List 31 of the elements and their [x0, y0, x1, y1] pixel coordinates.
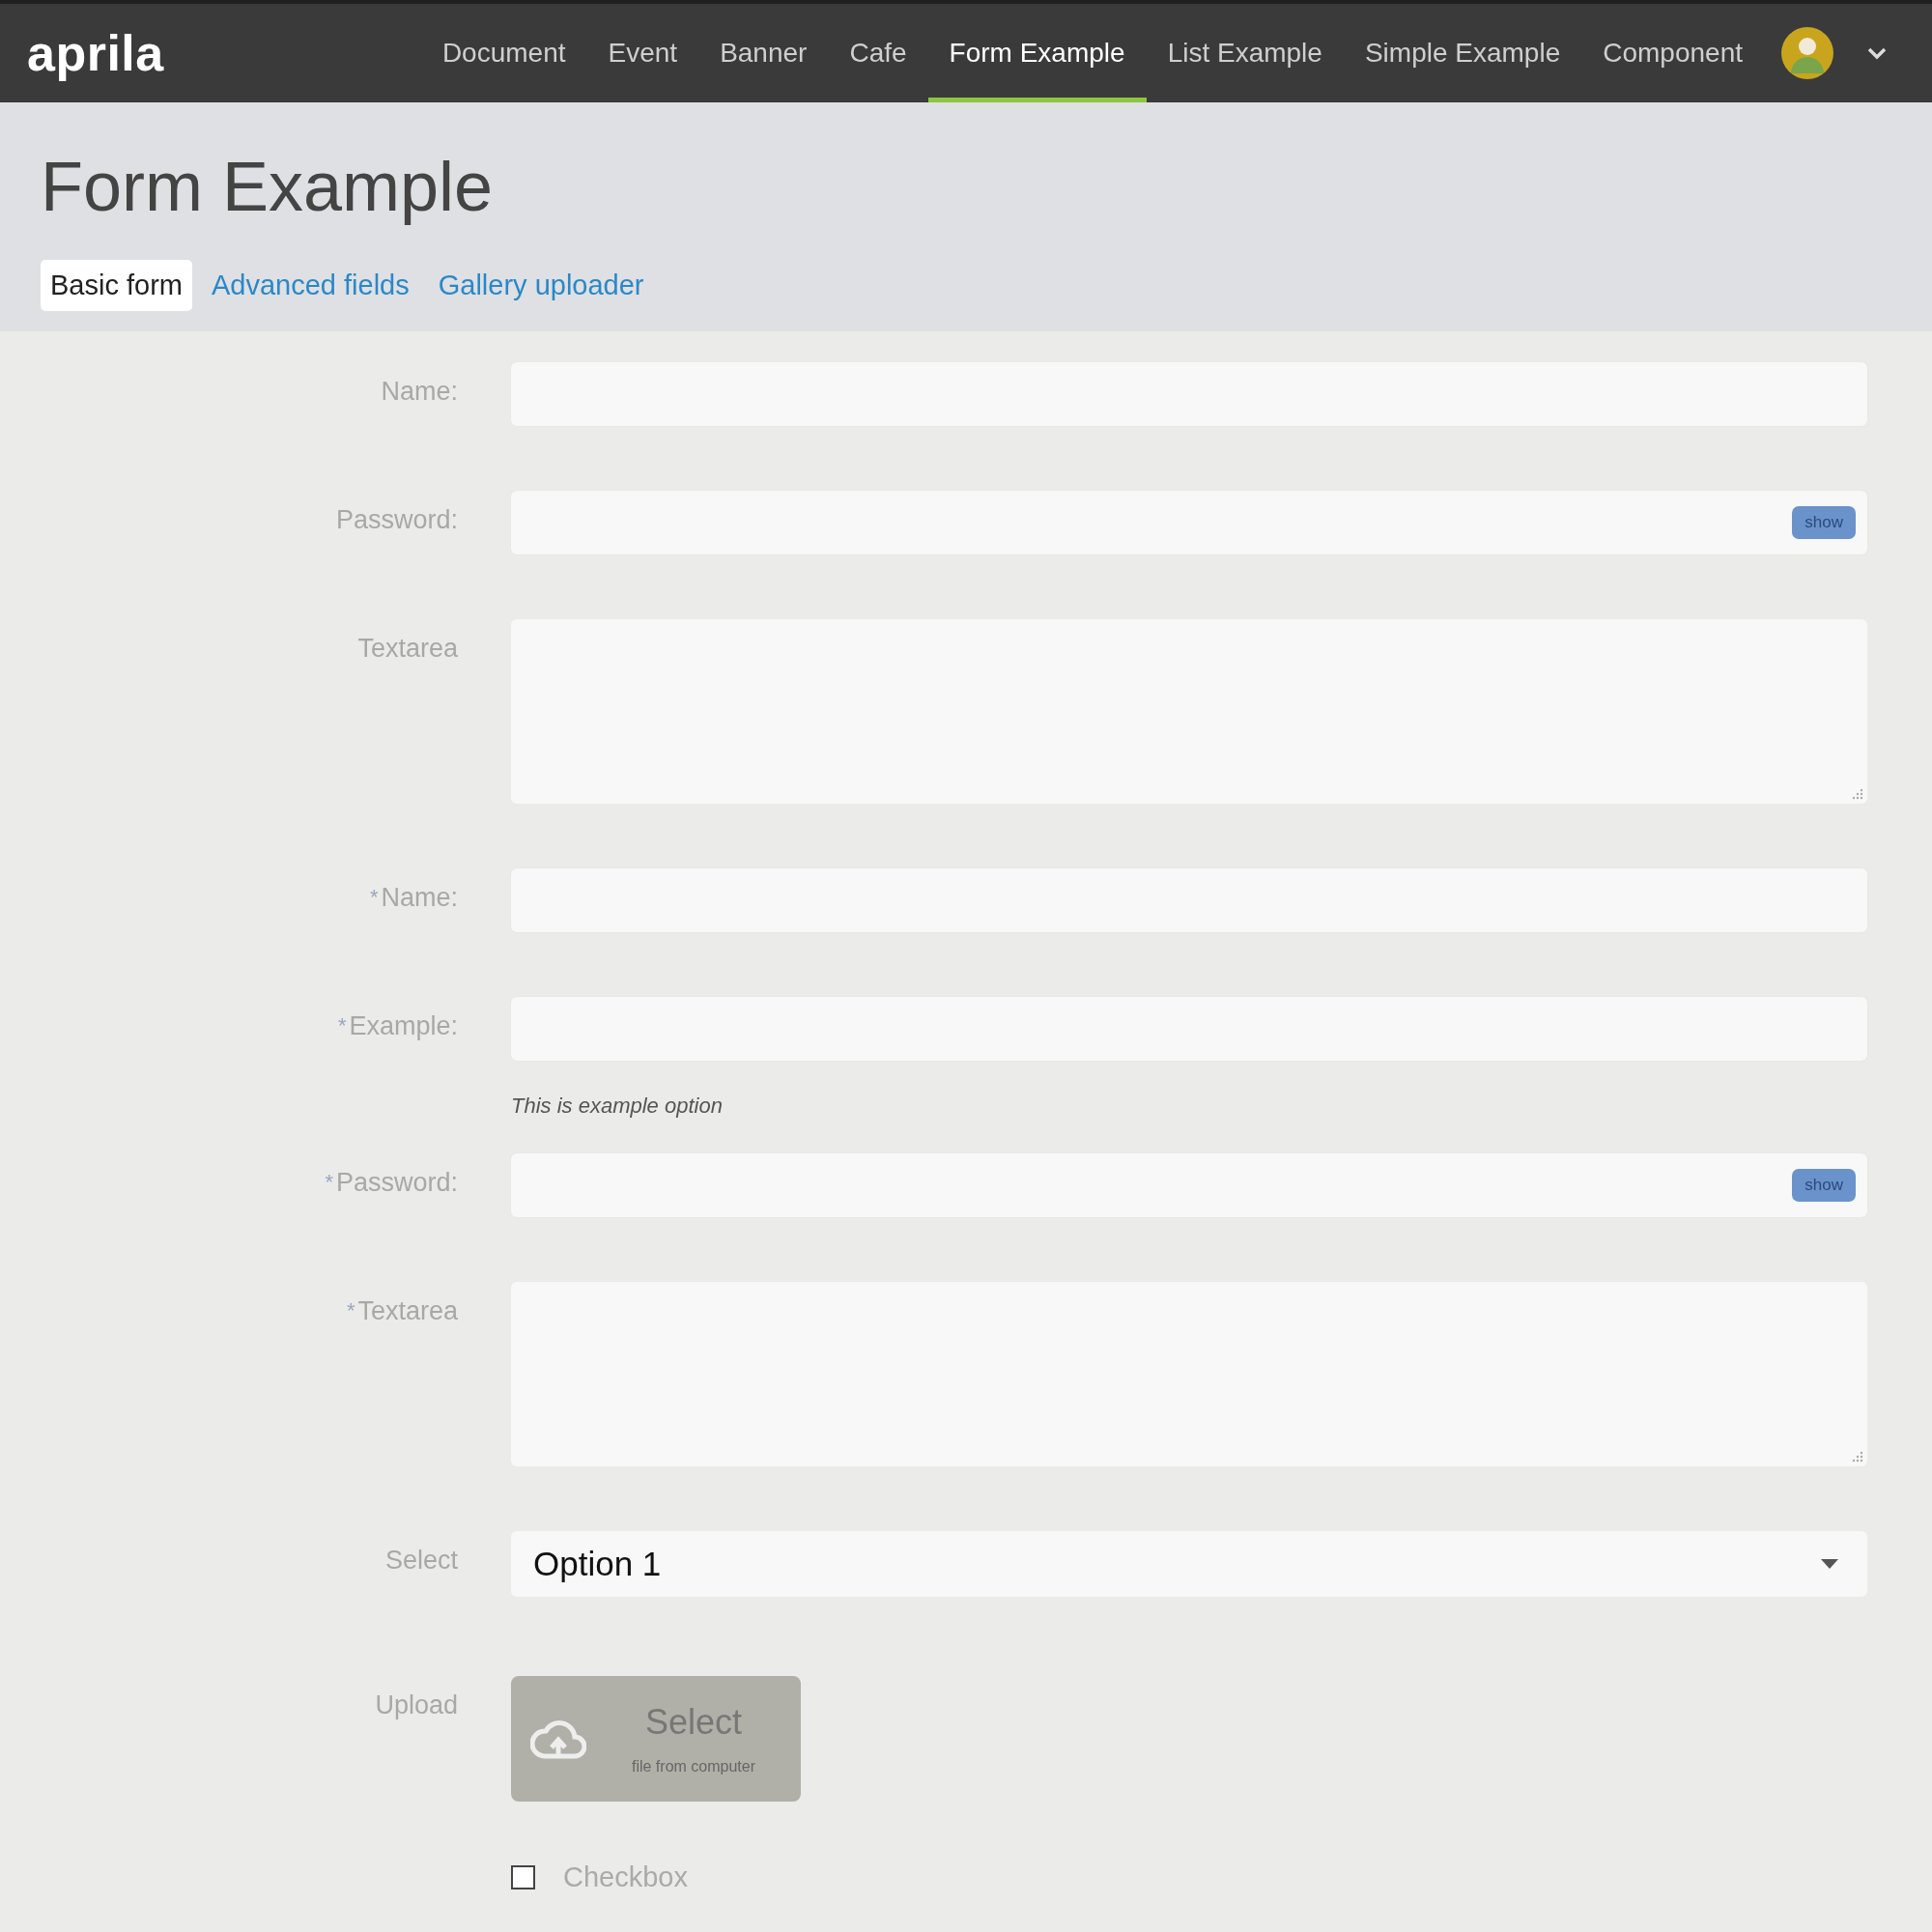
field-label: *Example: — [337, 1010, 458, 1042]
checkbox-label: Checkbox — [563, 1861, 688, 1893]
field-label: Textarea — [357, 633, 458, 665]
field-label: Upload — [375, 1690, 458, 1721]
field-label: Name: — [381, 376, 458, 408]
chevron-down-icon[interactable] — [1866, 46, 1888, 60]
select-dropdown[interactable]: Option 1 — [511, 1531, 1867, 1597]
checkbox[interactable] — [511, 1865, 535, 1889]
nav-link[interactable]: Component — [1581, 4, 1764, 102]
avatar[interactable] — [1781, 27, 1833, 79]
field-label: *Name: — [369, 882, 458, 914]
textarea-field[interactable] — [511, 619, 1867, 804]
nav-link[interactable]: Banner — [698, 4, 829, 102]
page-title: Form Example — [41, 147, 495, 227]
logo[interactable]: aprila — [27, 4, 164, 102]
nav-link[interactable]: Document — [420, 4, 587, 102]
nav-link[interactable]: List Example — [1146, 4, 1344, 102]
field-label: *Password: — [325, 1167, 458, 1199]
field-label: *Textarea — [346, 1295, 458, 1327]
nav-link[interactable]: Simple Example — [1343, 4, 1582, 102]
nav-link[interactable]: Event — [586, 4, 699, 102]
resize-grip-icon[interactable] — [1852, 1451, 1863, 1463]
caret-icon — [1821, 1559, 1838, 1569]
tab[interactable]: Basic form — [41, 260, 192, 311]
field-label: Select — [384, 1545, 458, 1577]
textarea-field[interactable] — [511, 1282, 1867, 1466]
help-text: This is example option — [511, 1094, 724, 1119]
nav-link[interactable]: Cafe — [828, 4, 928, 102]
resize-grip-icon[interactable] — [1852, 788, 1863, 800]
field-label: Password: — [335, 504, 458, 536]
cloud-upload-icon — [530, 1718, 586, 1760]
